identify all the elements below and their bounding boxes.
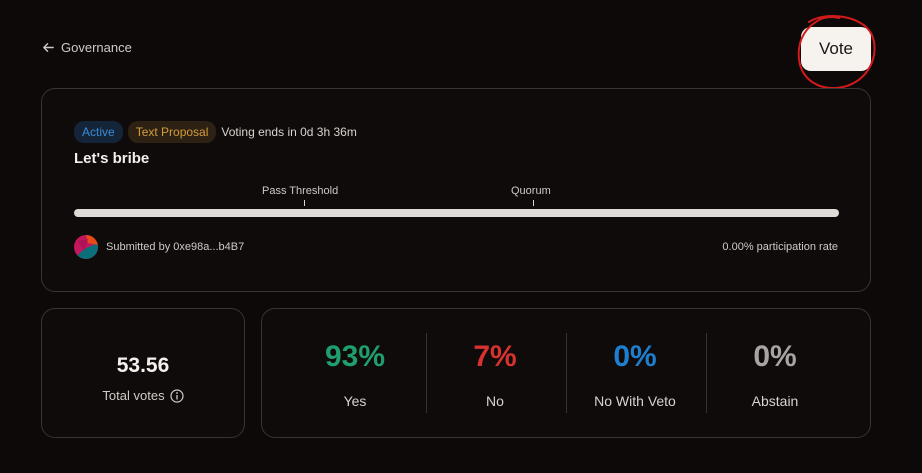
status-badge: Active xyxy=(74,121,123,143)
vote-button[interactable]: Vote xyxy=(801,27,871,71)
submitted-by-text: Submitted by 0xe98a...b4B7 xyxy=(106,241,245,253)
result-abstain-percent: 0% xyxy=(753,340,797,373)
back-link[interactable]: Governance xyxy=(42,40,132,55)
result-no-with-veto-percent: 0% xyxy=(613,340,657,373)
result-abstain-label: Abstain xyxy=(751,393,799,409)
result-no-with-veto-label: No With Veto xyxy=(594,393,676,409)
vote-progress-bar xyxy=(74,209,839,217)
total-votes-label: Total votes xyxy=(102,388,165,403)
proposal-tags: Active Text Proposal Voting ends in 0d 3… xyxy=(74,121,357,143)
total-votes-label-row: Total votes xyxy=(42,388,244,403)
result-yes-label: Yes xyxy=(343,393,367,409)
avatar xyxy=(74,235,98,259)
proposal-title: Let's bribe xyxy=(74,150,150,167)
result-no-label: No xyxy=(486,393,504,409)
info-icon[interactable] xyxy=(169,388,184,403)
result-no: 7% No xyxy=(425,309,565,439)
vote-results-card: 93% Yes 7% No 0% No With Veto 0% Abstain xyxy=(261,308,871,438)
back-link-label: Governance xyxy=(61,40,132,55)
submitter-row: Submitted by 0xe98a...b4B7 xyxy=(74,235,244,259)
participation-rate: 0.00% participation rate xyxy=(722,241,838,253)
pass-threshold-label: Pass Threshold xyxy=(262,185,339,197)
total-votes-value: 53.56 xyxy=(116,354,170,377)
quorum-marker xyxy=(533,200,534,206)
type-badge: Text Proposal xyxy=(127,121,217,143)
proposal-page: Governance Vote Active Text Proposal Vot… xyxy=(0,0,922,473)
result-no-percent: 7% xyxy=(473,340,517,373)
quorum-label: Quorum xyxy=(511,185,551,197)
pass-threshold-marker xyxy=(304,200,305,206)
voting-ends-text: Voting ends in 0d 3h 36m xyxy=(221,125,357,139)
result-yes-percent: 93% xyxy=(324,340,386,373)
result-no-with-veto: 0% No With Veto xyxy=(565,309,705,439)
result-yes: 93% Yes xyxy=(285,309,425,439)
total-votes-card: 53.56 Total votes xyxy=(41,308,245,438)
arrow-left-icon xyxy=(43,43,54,52)
result-abstain: 0% Abstain xyxy=(705,309,845,439)
proposal-card: Active Text Proposal Voting ends in 0d 3… xyxy=(41,88,871,292)
